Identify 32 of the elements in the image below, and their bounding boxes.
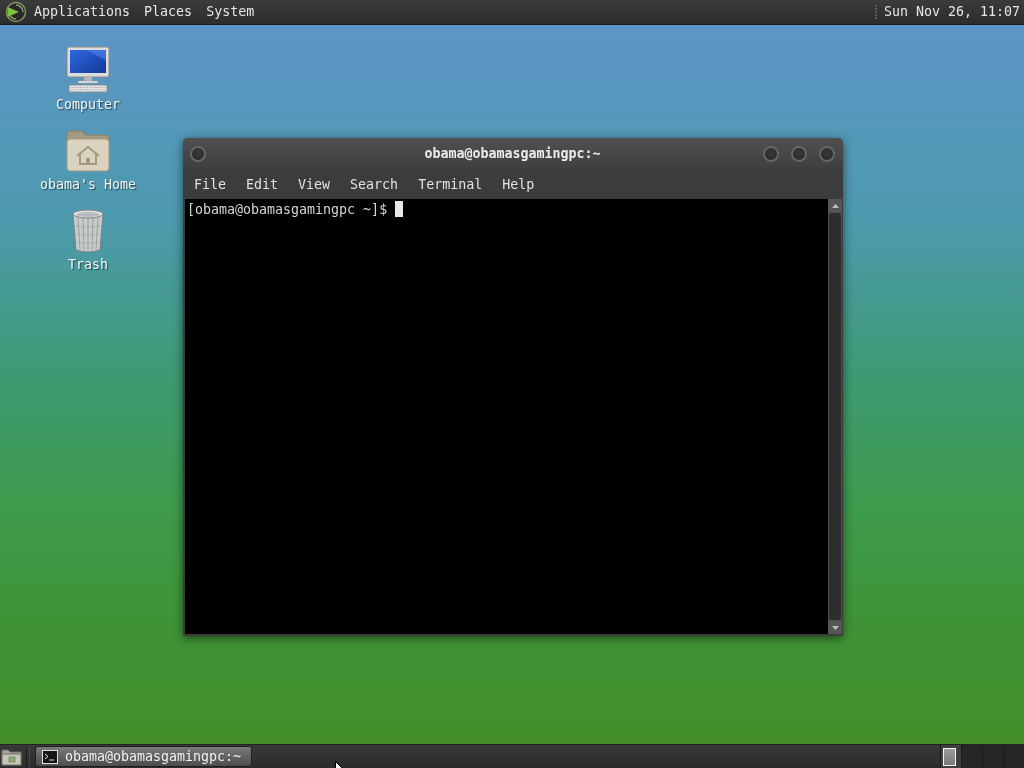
show-desktop-icon[interactable] bbox=[1, 747, 22, 766]
close-button[interactable] bbox=[819, 145, 835, 162]
workspace-button[interactable] bbox=[940, 745, 961, 768]
menu-item[interactable]: Edit bbox=[236, 172, 289, 196]
scrollbar-thumb[interactable] bbox=[829, 213, 841, 620]
panel-menu[interactable]: Places bbox=[137, 1, 200, 23]
computer-icon[interactable] bbox=[64, 46, 112, 94]
swirl-logo-icon[interactable] bbox=[5, 1, 27, 23]
menu-item[interactable]: Help bbox=[492, 172, 545, 196]
scroll-down-button[interactable] bbox=[828, 621, 842, 634]
drag-handle-icon[interactable] bbox=[873, 4, 878, 20]
window-menu-button[interactable] bbox=[190, 145, 206, 162]
maximize-button[interactable] bbox=[791, 145, 807, 162]
menu-item[interactable]: Search bbox=[340, 172, 409, 196]
clock[interactable]: Sun Nov 26, 11:07 bbox=[877, 1, 1020, 23]
shell-prompt: [obama@obamasgamingpc ~]$ bbox=[187, 201, 388, 218]
menu-item[interactable]: File bbox=[184, 172, 237, 196]
taskbar-button[interactable]: obama@obamasgamingpc:~ bbox=[35, 746, 252, 767]
terminal-icon bbox=[42, 749, 58, 764]
text-cursor bbox=[395, 201, 404, 217]
minimize-button[interactable] bbox=[763, 145, 779, 162]
terminal-output[interactable]: [obama@obamasgamingpc ~]$ bbox=[185, 199, 828, 634]
panel-menu[interactable]: Applications bbox=[27, 1, 138, 23]
window-titlebar[interactable]: obama@obamasgamingpc:~ bbox=[183, 138, 843, 169]
menu-item[interactable]: Terminal bbox=[408, 172, 493, 196]
scroll-up-button[interactable] bbox=[828, 199, 842, 212]
menu-item[interactable]: View bbox=[288, 172, 341, 196]
scrollbar-track[interactable] bbox=[828, 199, 842, 634]
panel-menu[interactable]: System bbox=[199, 1, 262, 23]
window-title: obama@obamasgamingpc:~ bbox=[424, 146, 601, 161]
up-triangle-icon bbox=[831, 203, 839, 208]
down-triangle-icon bbox=[831, 625, 839, 630]
